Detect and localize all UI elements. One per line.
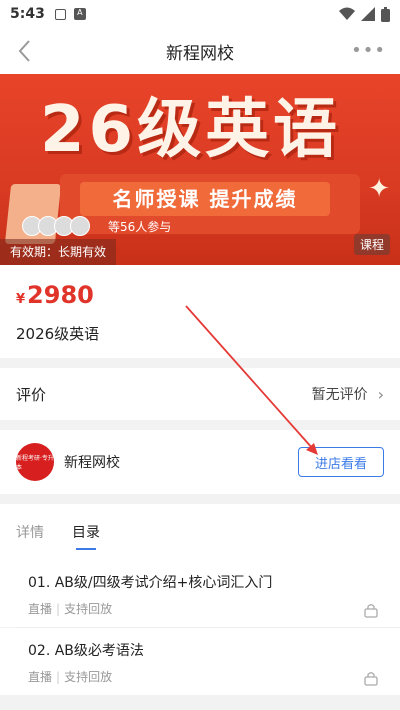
course-tag: 课程 bbox=[353, 234, 390, 255]
participant-avatars bbox=[22, 216, 90, 236]
lesson-meta: 直播 | 支持回放 bbox=[28, 670, 113, 684]
enter-shop-button[interactable]: 进店看看 bbox=[298, 447, 384, 477]
a-badge-icon: A bbox=[73, 8, 86, 20]
rating-label: 评价 bbox=[16, 385, 47, 404]
battery-icon bbox=[381, 6, 390, 22]
lock-icon bbox=[364, 604, 378, 618]
more-icon[interactable]: ••• bbox=[351, 40, 386, 61]
status-bar: 5:43 A bbox=[0, 0, 400, 28]
lesson-title: 01. AB级/四级考试介绍+核心词汇入门 bbox=[28, 575, 273, 591]
banner-slogan: 名师授课 提升成绩 bbox=[80, 182, 330, 216]
lesson-item[interactable]: 02. AB级必考语法 直播 | 支持回放 bbox=[0, 628, 400, 695]
wifi-icon bbox=[339, 7, 355, 20]
lesson-item[interactable]: 01. AB级/四级考试介绍+核心词汇入门 直播 | 支持回放 bbox=[0, 560, 400, 627]
validity-label: 有效期：长期有效 bbox=[0, 239, 117, 265]
course-banner[interactable]: 26级英语 名师授课 提升成绩 ✦ 等56人参与 有效期：长期有效 课程 bbox=[0, 74, 400, 265]
signal-icon bbox=[361, 7, 375, 21]
sparkle-icon: ✦ bbox=[368, 174, 390, 204]
shop-name: 新程网校 bbox=[64, 455, 120, 471]
lesson-title: 02. AB级必考语法 bbox=[28, 643, 144, 659]
participant-count: 等56人参与 bbox=[108, 220, 172, 234]
avatar bbox=[70, 216, 90, 236]
lock-icon bbox=[364, 672, 378, 686]
lesson-replay: 支持回放 bbox=[64, 670, 113, 684]
price-amount: 2980 bbox=[27, 281, 94, 309]
lesson-replay: 支持回放 bbox=[64, 602, 113, 616]
tab-details[interactable]: 详情 bbox=[16, 512, 44, 552]
tab-catalog[interactable]: 目录 bbox=[72, 512, 100, 552]
chevron-right-icon: › bbox=[377, 384, 384, 404]
lesson-meta: 直播 | 支持回放 bbox=[28, 602, 113, 616]
price: ¥2980 bbox=[16, 281, 384, 309]
banner-headline: 26级英语 bbox=[40, 93, 342, 167]
product-name: 2026级英语 bbox=[16, 325, 100, 343]
price-card: ¥2980 2026级英语 bbox=[0, 265, 400, 358]
back-icon[interactable] bbox=[14, 38, 38, 64]
shop-logo[interactable]: 新程考研·专升本 bbox=[16, 443, 54, 481]
status-time: 5:43 bbox=[10, 6, 45, 22]
rating-status: 暂无评价 bbox=[311, 387, 368, 403]
currency-symbol: ¥ bbox=[16, 292, 26, 307]
lesson-type: 直播 bbox=[28, 670, 53, 684]
shop-row: 新程考研·专升本 新程网校 进店看看 bbox=[0, 430, 400, 494]
lesson-type: 直播 bbox=[28, 602, 53, 616]
page-title: 新程网校 bbox=[166, 43, 234, 64]
content-tabs: 详情 目录 bbox=[0, 504, 400, 560]
rating-row[interactable]: 评价 暂无评价 › bbox=[0, 368, 400, 420]
nav-bar: 新程网校 ••• bbox=[0, 28, 400, 74]
shop-logo-text: 新程考研·专升本 bbox=[16, 455, 54, 471]
image-icon bbox=[54, 8, 66, 20]
